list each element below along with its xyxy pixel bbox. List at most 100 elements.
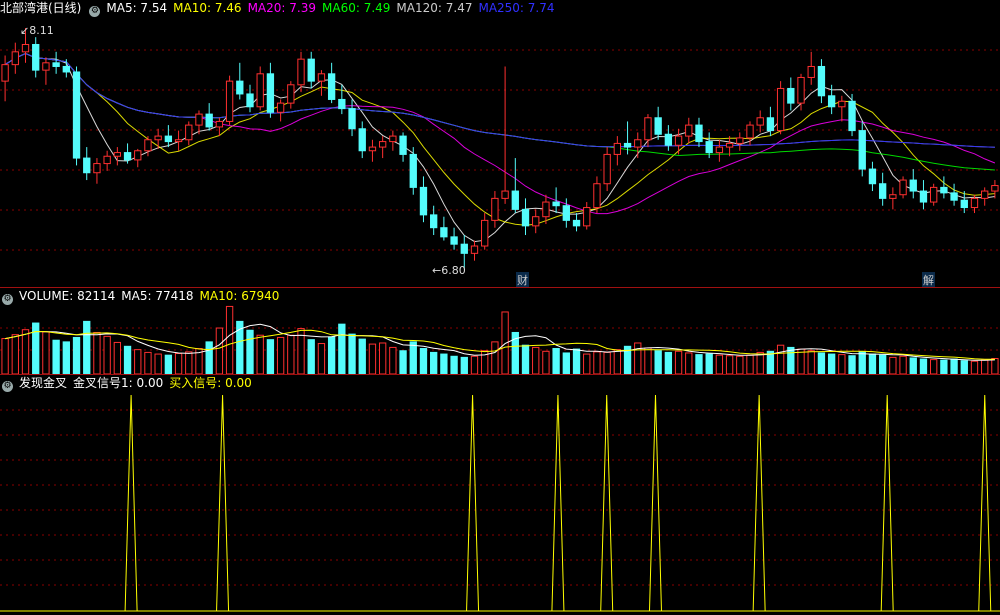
volume-bar <box>807 350 815 374</box>
candle-body <box>103 155 111 165</box>
indicator-header: ⚙ 发现金叉 金叉信号1: 0.00 买入信号: 0.00 <box>0 375 258 392</box>
candle-body <box>766 117 775 132</box>
candle-body <box>317 73 326 82</box>
volume-bar <box>419 348 428 374</box>
candle-body <box>134 150 142 161</box>
candle-body <box>307 58 315 82</box>
ma60-label: MA60: 7.49 <box>322 1 391 15</box>
volume-bar <box>960 360 968 374</box>
candle-body <box>440 227 448 238</box>
candle-body <box>572 219 581 227</box>
golden-cross-spike <box>648 394 662 612</box>
candle-body <box>878 183 887 199</box>
candle-body <box>960 199 968 209</box>
golden-cross-spike <box>880 394 894 612</box>
candle-body <box>174 139 183 143</box>
candle-body <box>685 124 693 137</box>
event-marker-jie[interactable]: 解 <box>922 272 935 288</box>
candle-body <box>470 245 479 254</box>
indicator-name: 发现金叉 <box>19 376 68 390</box>
volume-bar <box>174 353 183 374</box>
candle-body <box>225 80 234 122</box>
golden-cross-spike <box>978 394 992 612</box>
candle-body <box>215 120 224 128</box>
volume-bar <box>450 355 458 374</box>
candle-body <box>419 186 428 216</box>
volume-bar <box>970 360 979 374</box>
candle-body <box>83 157 91 174</box>
candle-body <box>389 135 397 143</box>
candle-body <box>185 124 193 141</box>
volume-label: VOLUME: 82114 <box>19 289 116 303</box>
volume-ma10-label: MA10: 67940 <box>199 289 280 303</box>
volume-bar <box>848 355 856 374</box>
candle-body <box>674 135 683 146</box>
candle-body <box>776 87 785 132</box>
indicator-panel[interactable]: ⚙ 发现金叉 金叉信号1: 0.00 买入信号: 0.00 <box>0 375 1000 615</box>
candle-body <box>521 208 530 227</box>
candle-body <box>532 216 540 227</box>
volume-bar <box>736 355 744 374</box>
candle-body <box>358 128 366 152</box>
low-price-marker: ←6.80 <box>432 264 466 277</box>
kline-panel[interactable]: 北部湾港(日线) ⚙ MA5: 7.54 MA10: 7.46 MA20: 7.39 MA… <box>0 0 1000 288</box>
volume-bar <box>338 323 346 374</box>
volume-bar <box>62 341 70 374</box>
volume-header: ⚙ VOLUME: 82114 MA5: 77418 MA10: 67940 <box>0 288 285 305</box>
candle-body <box>623 142 632 148</box>
volume-bar <box>134 349 142 374</box>
volume-ma5-label: MA5: 77418 <box>121 289 194 303</box>
volume-settings-gear-icon[interactable]: ⚙ <box>2 294 13 305</box>
volume-bar <box>909 357 917 374</box>
candle-body <box>695 124 703 143</box>
indicator-settings-gear-icon[interactable]: ⚙ <box>2 381 13 392</box>
candle-body <box>899 179 907 196</box>
candle-body <box>1 64 9 82</box>
ma120-line <box>4 53 995 148</box>
candle-body <box>501 190 509 199</box>
volume-panel[interactable]: ⚙ VOLUME: 82114 MA5: 77418 MA10: 67940 <box>0 288 1000 374</box>
volume-bar <box>817 352 826 374</box>
volume-bar <box>399 350 407 374</box>
candle-body <box>991 185 999 192</box>
candle-body <box>807 65 815 78</box>
volume-bar <box>113 341 122 374</box>
candle-body <box>593 183 601 209</box>
volume-bar <box>42 331 50 374</box>
candle-body <box>287 84 295 104</box>
ma5-label: MA5: 7.54 <box>106 1 168 15</box>
candle-body <box>705 141 713 154</box>
candle-body <box>368 146 377 152</box>
volume-bar <box>603 351 611 374</box>
volume-bar <box>899 355 907 374</box>
candle-body <box>348 108 356 130</box>
volume-bar <box>154 353 162 374</box>
volume-bar <box>32 322 40 374</box>
volume-bar <box>562 352 570 374</box>
event-marker-cai[interactable]: 财 <box>516 272 529 288</box>
volume-bar <box>552 348 560 374</box>
volume-bar <box>787 346 795 374</box>
ma20-line <box>4 53 996 215</box>
volume-bar <box>776 344 785 374</box>
candle-body <box>542 201 550 218</box>
candle-body <box>164 135 173 143</box>
candle-body <box>266 73 275 113</box>
kline-chart[interactable] <box>0 0 1000 287</box>
volume-bar <box>491 341 499 374</box>
ma10-label: MA10: 7.46 <box>173 1 242 15</box>
volume-bar <box>695 354 703 374</box>
volume-bar <box>52 339 60 374</box>
candle-body <box>725 142 734 148</box>
candle-body <box>236 80 244 95</box>
candle-body <box>123 152 132 161</box>
candle-body <box>797 76 805 104</box>
volume-bar <box>430 351 438 374</box>
candle-body <box>909 179 917 192</box>
settings-gear-icon[interactable]: ⚙ <box>89 6 101 17</box>
candle-body <box>113 152 122 157</box>
indicator-chart[interactable] <box>0 375 1000 615</box>
golden-cross-spike <box>551 394 565 612</box>
volume-bar <box>919 358 928 374</box>
volume-bar <box>634 342 642 374</box>
